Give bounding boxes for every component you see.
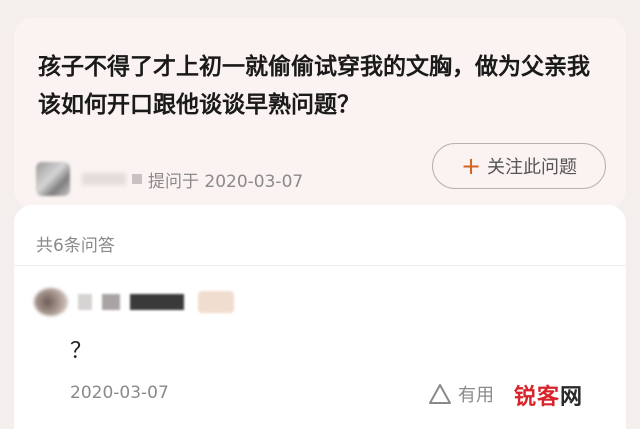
plus-icon: + xyxy=(460,152,482,180)
question-title: 孩子不得了才上初一就偷偷试穿我的文胸，做为父亲我该如何开口跟他谈谈早熟问题？ xyxy=(38,54,590,118)
useful-label: 有用 xyxy=(458,385,494,406)
watermark-text: 锐客 xyxy=(514,385,561,410)
asked-date: 提问于 2020-03-07 xyxy=(148,171,304,192)
redaction-mark xyxy=(132,174,142,184)
site-watermark: 锐客网 xyxy=(514,379,583,411)
answerer-name-redacted xyxy=(78,294,92,310)
triangle-up-icon xyxy=(429,384,451,404)
follow-question-button[interactable]: + 关注此问题 xyxy=(432,143,606,189)
follow-button-label: 关注此问题 xyxy=(487,157,578,178)
asker-avatar[interactable] xyxy=(36,162,70,196)
useful-button[interactable]: 有用 xyxy=(428,381,494,407)
answer-text: ？ xyxy=(70,339,93,364)
answer-count: 共6条问答 xyxy=(36,236,115,256)
answerer-badge-redacted xyxy=(198,291,234,313)
asker-info: 提问于 2020-03-07 xyxy=(36,158,303,200)
answerer-info xyxy=(34,285,234,319)
question-card: 孩子不得了才上初一就偷偷试穿我的文胸，做为父亲我该如何开口跟他谈谈早熟问题？ 提… xyxy=(14,18,626,208)
answerer-avatar[interactable] xyxy=(34,288,68,316)
divider xyxy=(14,265,626,266)
answerer-name-redacted xyxy=(130,294,184,310)
answer-date: 2020-03-07 xyxy=(70,383,169,403)
watermark-text-last: 网 xyxy=(560,385,584,410)
asker-name-redacted xyxy=(82,173,126,185)
answerer-name-redacted xyxy=(102,294,120,310)
